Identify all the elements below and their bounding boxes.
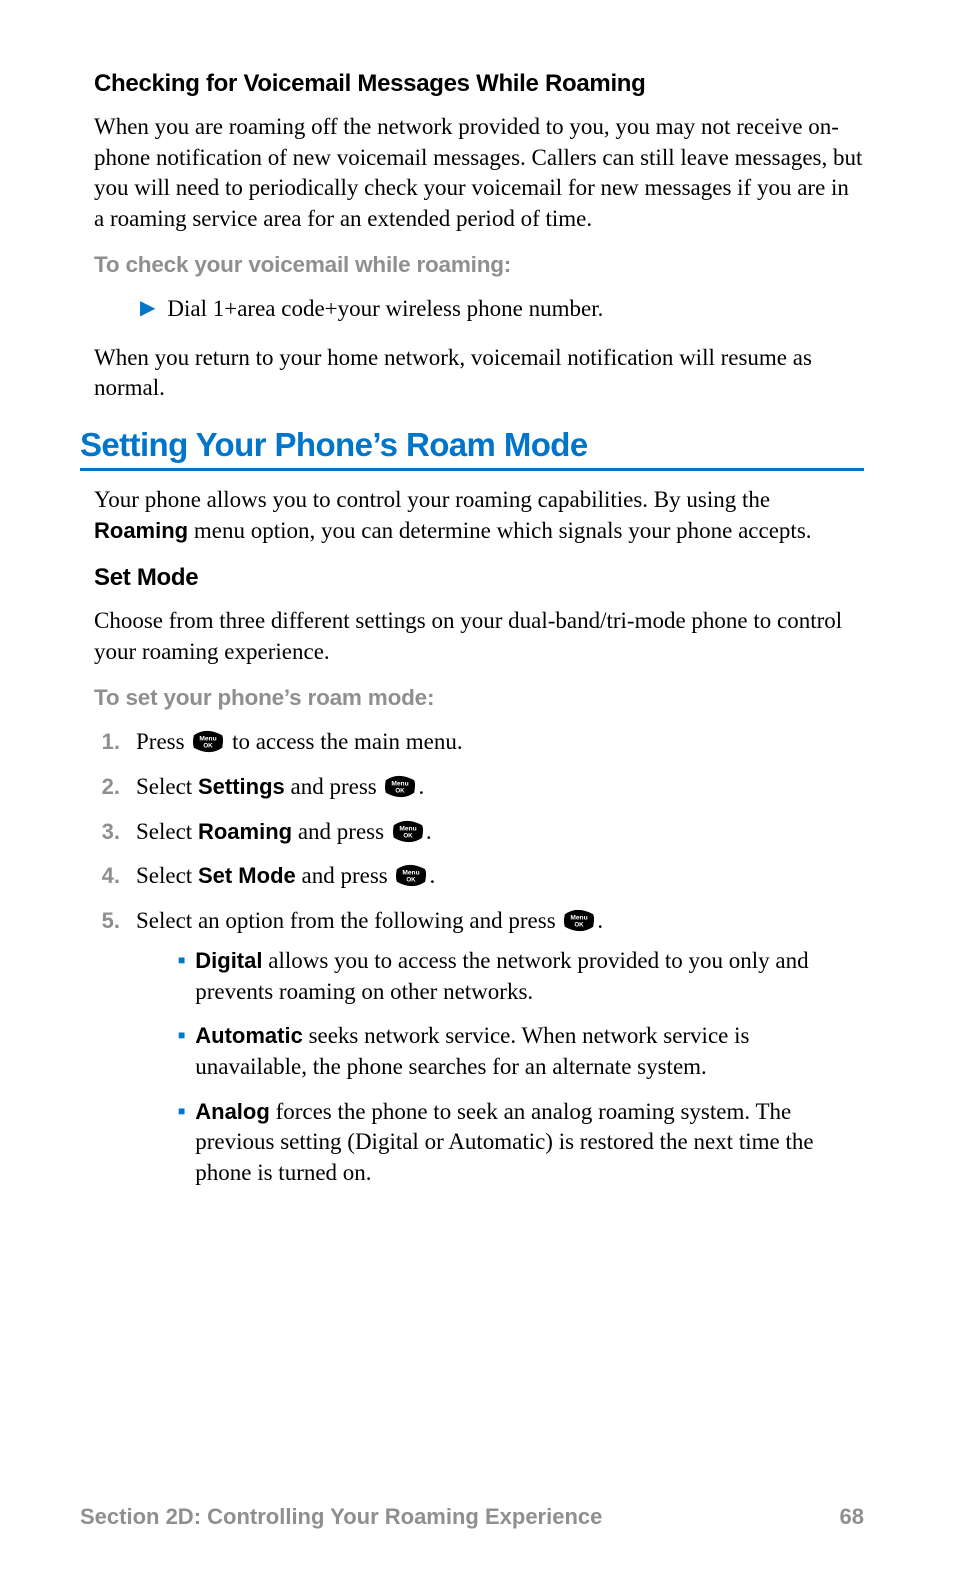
section-heading-roam-mode: Setting Your Phone’s Roam Mode [80, 426, 864, 464]
document-page: Checking for Voicemail Messages While Ro… [0, 0, 954, 1590]
menu-ok-icon [561, 909, 597, 932]
step-4: 4. Select Set Mode and press . [94, 861, 864, 892]
paragraph: Your phone allows you to control your ro… [94, 485, 864, 546]
step-2: 2. Select Settings and press . [94, 772, 864, 803]
option-bullets: ■ Digital allows you to access the netwo… [178, 946, 864, 1188]
triangle-step: ▶ Dial 1+area code+your wireless phone n… [140, 294, 864, 325]
step-number: 5. [94, 906, 120, 935]
menu-ok-icon [390, 820, 426, 843]
bold-roaming: Roaming [94, 518, 188, 543]
subheading-voicemail-roaming: Checking for Voicemail Messages While Ro… [94, 70, 864, 98]
page-footer: Section 2D: Controlling Your Roaming Exp… [80, 1504, 864, 1530]
menu-ok-icon [190, 730, 226, 753]
step-number: 1. [94, 727, 120, 756]
footer-section-label: Section 2D: Controlling Your Roaming Exp… [80, 1504, 602, 1530]
numbered-steps: 1. Press to access the main menu. 2. Sel… [94, 727, 864, 1202]
step-3: 3. Select Roaming and press . [94, 817, 864, 848]
step-number: 2. [94, 772, 120, 801]
paragraph: When you return to your home network, vo… [94, 343, 864, 404]
menu-ok-icon [393, 864, 429, 887]
subheading-set-mode: Set Mode [94, 564, 864, 592]
step-1: 1. Press to access the main menu. [94, 727, 864, 758]
option-digital: ■ Digital allows you to access the netwo… [178, 946, 864, 1007]
square-bullet-icon: ■ [178, 1021, 185, 1082]
square-bullet-icon: ■ [178, 946, 185, 1007]
step-text: Dial 1+area code+your wireless phone num… [167, 294, 603, 325]
option-automatic: ■ Automatic seeks network service. When … [178, 1021, 864, 1082]
footer-page-number: 68 [840, 1504, 864, 1530]
menu-ok-icon [382, 775, 418, 798]
section-rule [80, 468, 864, 471]
instruction-label: To set your phone’s roam mode: [94, 685, 864, 711]
step-number: 4. [94, 861, 120, 890]
step-number: 3. [94, 817, 120, 846]
square-bullet-icon: ■ [178, 1097, 185, 1189]
option-analog: ■ Analog forces the phone to seek an ana… [178, 1097, 864, 1189]
triangle-bullet-icon: ▶ [140, 294, 155, 325]
paragraph: Choose from three different settings on … [94, 606, 864, 667]
paragraph: When you are roaming off the network pro… [94, 112, 864, 234]
step-5: 5. Select an option from the following a… [94, 906, 864, 1203]
instruction-label: To check your voicemail while roaming: [94, 252, 864, 278]
